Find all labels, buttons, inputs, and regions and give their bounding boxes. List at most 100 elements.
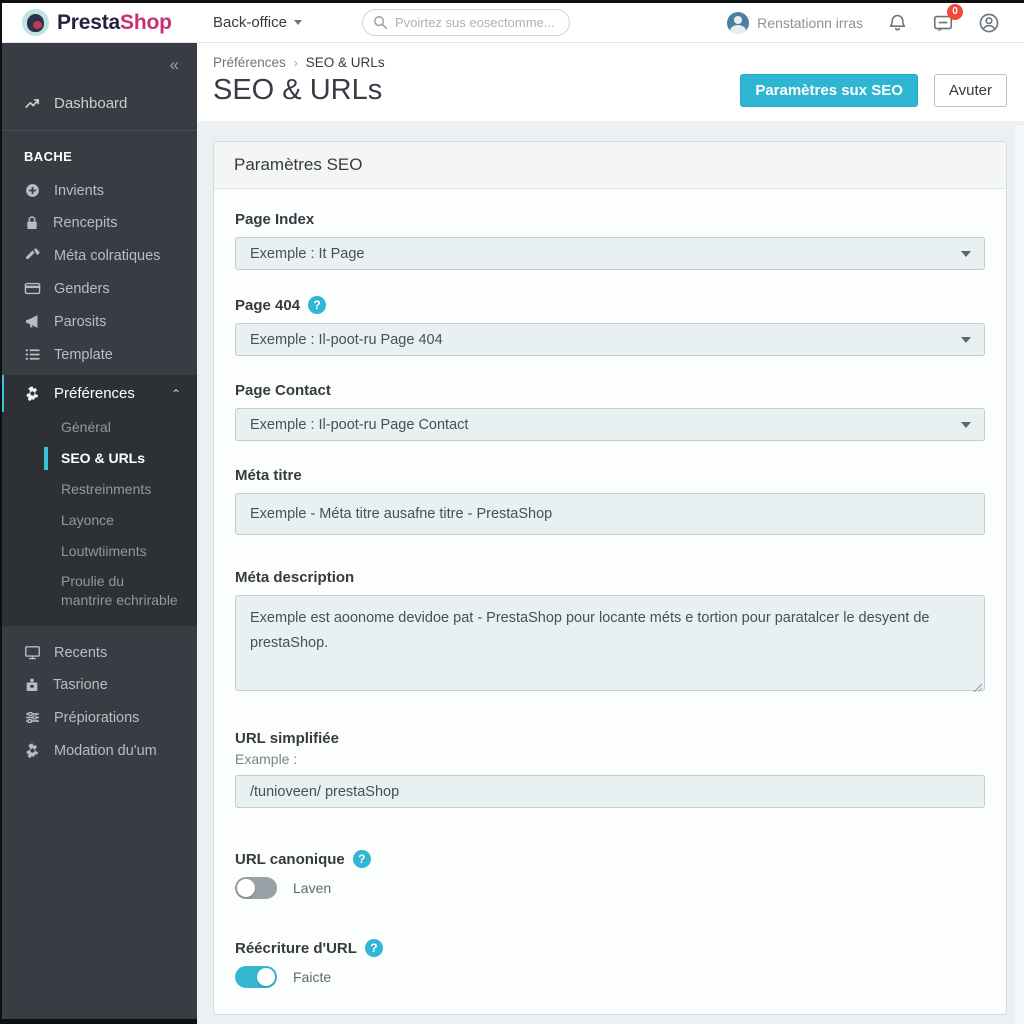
- sidebar-item-dashboard[interactable]: Dashboard: [0, 75, 197, 130]
- sidebar-item-label: Recents: [54, 644, 108, 661]
- megaphone-icon: [26, 315, 38, 328]
- canonical-url-toggle-label: Laven: [293, 880, 332, 896]
- help-icon[interactable]: ?: [352, 850, 371, 868]
- url-rewrite-label: Réécriture d'URL: [235, 939, 357, 957]
- prestashop-logo-icon: [22, 9, 49, 36]
- back-office-menu[interactable]: Back-office: [213, 14, 302, 31]
- back-office-label: Back-office: [213, 14, 287, 31]
- sidebar-subitem-general[interactable]: Général: [0, 412, 197, 443]
- sidebar-item-prepiorations[interactable]: Prépiorations: [0, 701, 197, 734]
- sidebar-item-genders[interactable]: Genders: [0, 272, 197, 305]
- page-404-select[interactable]: Exemple : Il-poot-ru Page 404: [235, 323, 985, 356]
- sidebar-item-label: Genders: [54, 280, 110, 297]
- sidebar-item-label: Invients: [54, 182, 104, 199]
- sidebar-item-parosits[interactable]: Parosits: [0, 305, 197, 338]
- person-icon: [979, 13, 999, 32]
- messages-button[interactable]: 0: [932, 3, 963, 34]
- sidebar-item-recents[interactable]: Recents: [0, 636, 197, 669]
- shop-name-chip[interactable]: Renstationn irras: [727, 11, 863, 34]
- friendly-url-input[interactable]: [235, 775, 985, 808]
- sidebar-item-label: Tasrione: [53, 677, 108, 694]
- gear-icon: [26, 386, 38, 402]
- search-icon: [373, 15, 388, 30]
- brand-name: PrestaShop: [57, 10, 172, 34]
- page-index-label: Page Index: [235, 211, 315, 228]
- sidebar-item-label: Rencepits: [53, 215, 118, 231]
- bell-icon: [889, 14, 906, 31]
- sidebar-item-preferences[interactable]: Préférences ⌃: [0, 375, 197, 412]
- account-button[interactable]: [978, 12, 1000, 34]
- search-input[interactable]: [394, 15, 559, 30]
- sidebar: « Dashboard BACHE Invients Rencepits Mét…: [0, 43, 197, 1019]
- sidebar-item-label: Dashboard: [54, 95, 128, 112]
- page-header: Préférences › SEO & URLs SEO & URLs Para…: [197, 43, 1024, 121]
- page-contact-value: Exemple : Il-poot-ru Page Contact: [250, 416, 469, 433]
- chevron-up-icon: ⌃: [170, 387, 181, 401]
- help-icon[interactable]: ?: [308, 296, 327, 314]
- url-rewrite-toggle[interactable]: [235, 966, 277, 988]
- friendly-url-hint: Example :: [235, 751, 298, 767]
- lock-icon: [27, 216, 37, 229]
- gear-icon: [26, 743, 38, 759]
- sidebar-item-label: Prépiorations: [54, 709, 140, 726]
- canonical-url-label: URL canonique: [235, 850, 345, 868]
- sidebar-item-label: Parosits: [54, 313, 107, 330]
- page-contact-select[interactable]: Exemple : Il-poot-ru Page Contact: [235, 408, 985, 441]
- frame-top-border: [0, 0, 1024, 3]
- canonical-url-toggle[interactable]: [235, 877, 277, 899]
- top-header: PrestaShop Back-office Renstationn irras: [0, 3, 1024, 43]
- messages-count-badge: 0: [947, 3, 963, 20]
- breadcrumb-current: SEO & URLs: [305, 55, 385, 70]
- sidebar-item-tasrione[interactable]: Tasrione: [0, 669, 197, 701]
- page-index-select[interactable]: Exemple : It Page: [235, 237, 985, 270]
- page-title: SEO & URLs: [213, 74, 383, 106]
- sidebar-subitem-layonce[interactable]: Layonce: [0, 505, 197, 536]
- page-404-label: Page 404: [235, 296, 301, 314]
- sidebar-item-label: Préférences: [54, 385, 135, 402]
- sidebar-item-meta-colratiques[interactable]: Méta colratiques: [0, 239, 197, 272]
- global-search[interactable]: [361, 9, 570, 36]
- page-index-value: Exemple : It Page: [250, 245, 365, 262]
- sidebar-subitem-seo-urls[interactable]: SEO & URLs: [0, 443, 197, 474]
- meta-title-input[interactable]: [235, 493, 985, 535]
- breadcrumb: Préférences › SEO & URLs: [213, 55, 1007, 70]
- avuter-button[interactable]: Avuter: [933, 74, 1007, 107]
- trending-up-icon: [25, 99, 40, 108]
- list-icon: [25, 349, 40, 360]
- content-area: Paramètres SEO Page Index Exemple : It P…: [197, 125, 1024, 1024]
- sidebar-item-invients[interactable]: Invients: [0, 174, 197, 207]
- user-avatar-icon: [727, 11, 750, 34]
- breadcrumb-separator-icon: ›: [293, 55, 298, 70]
- brush-icon: [26, 248, 40, 260]
- scrollbar[interactable]: [1015, 125, 1024, 1024]
- main-area: Préférences › SEO & URLs SEO & URLs Para…: [197, 43, 1024, 1024]
- sidebar-subitem-proulie[interactable]: Proulie du mantrire echrirable: [0, 566, 197, 616]
- select-caret-icon: [961, 337, 971, 343]
- sidebar-item-rencepits[interactable]: Rencepits: [0, 207, 197, 239]
- plus-circle-icon: [26, 184, 39, 197]
- sidebar-item-template[interactable]: Template: [0, 338, 197, 371]
- sidebar-item-modation[interactable]: Modation du'um: [0, 734, 197, 767]
- sidebar-subitem-restreinments[interactable]: Restreinments: [0, 474, 197, 505]
- meta-description-textarea[interactable]: Exemple est aoonome devidoe pat - Presta…: [235, 595, 985, 691]
- meta-description-label: Méta description: [235, 569, 355, 586]
- sidebar-group-preferences: Préférences ⌃ Général SEO & URLs Restrei…: [0, 375, 197, 627]
- sliders-icon: [26, 712, 39, 724]
- notifications-bell-button[interactable]: [887, 12, 908, 33]
- panel-title: Paramètres SEO: [214, 142, 1006, 189]
- chevron-down-icon: [293, 20, 302, 25]
- frame-left-border: [0, 0, 2, 1024]
- seo-settings-button[interactable]: Paramètres sux SEO: [740, 74, 918, 107]
- friendly-url-label: URL simplifiée: [235, 730, 339, 747]
- help-icon[interactable]: ?: [364, 939, 383, 957]
- select-caret-icon: [961, 422, 971, 428]
- credit-card-icon: [24, 282, 41, 295]
- frame-bottom-border: [0, 1019, 197, 1024]
- sidebar-subitem-loutwtiiments[interactable]: Loutwtiiments: [0, 536, 197, 567]
- breadcrumb-parent[interactable]: Préférences: [213, 55, 286, 70]
- page-404-value: Exemple : Il-poot-ru Page 404: [250, 331, 443, 348]
- prestashop-logo[interactable]: PrestaShop: [0, 9, 197, 36]
- seo-settings-panel: Paramètres SEO Page Index Exemple : It P…: [213, 141, 1007, 1015]
- select-caret-icon: [961, 251, 971, 257]
- sidebar-collapse-button[interactable]: «: [0, 43, 197, 75]
